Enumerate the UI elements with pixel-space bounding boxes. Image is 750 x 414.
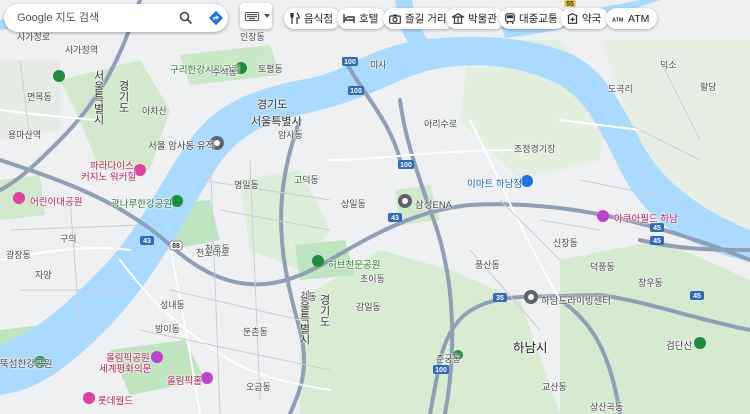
search-box[interactable] bbox=[4, 4, 228, 32]
street-label: 교산동 bbox=[542, 382, 567, 392]
street-label: 풍산동 bbox=[475, 260, 500, 270]
camera-icon bbox=[389, 14, 401, 24]
street-label: 구의 bbox=[60, 234, 77, 244]
svg-text:43: 43 bbox=[143, 238, 151, 245]
label-seoul-2: 서울특별시 bbox=[92, 70, 104, 125]
svg-text:88: 88 bbox=[172, 243, 180, 250]
chip-label: 호텔 bbox=[359, 13, 379, 25]
street-label: 성내동 bbox=[160, 300, 185, 310]
street-label: 초이동 bbox=[360, 274, 385, 284]
label-lotte[interactable]: 롯데월드 bbox=[98, 393, 133, 407]
chip-pharmacy[interactable]: 약국 bbox=[561, 8, 610, 29]
label-olympic-2[interactable]: 세계평화의문 bbox=[99, 361, 151, 375]
street-label: 광장동 bbox=[6, 250, 31, 260]
street-label: 토평동 bbox=[258, 64, 283, 74]
label-emart[interactable]: 이마트 하남점 bbox=[467, 176, 522, 190]
street-label: 방이동 bbox=[155, 324, 180, 334]
restaurant-icon bbox=[290, 13, 300, 24]
svg-text:100: 100 bbox=[344, 59, 356, 66]
chip-label: ATM bbox=[628, 12, 650, 25]
label-geomdan[interactable]: 검단산 bbox=[666, 338, 692, 352]
street-label: 암사동 bbox=[278, 130, 303, 140]
museum-icon bbox=[452, 13, 464, 24]
street-label: 명일동 bbox=[234, 180, 259, 190]
label-seoul-1: 서울특별시 bbox=[251, 116, 302, 128]
chip-restaurants[interactable]: 음식점 bbox=[284, 8, 341, 29]
chip-label: 대중교통 bbox=[519, 13, 558, 25]
street-label: 도곡리 bbox=[608, 84, 633, 94]
label-paradise-2[interactable]: 커지노 워커힐 bbox=[81, 169, 136, 183]
street-label: 미사 bbox=[370, 60, 387, 70]
chip-transit[interactable]: 대중교통 bbox=[499, 8, 566, 29]
street-label: 창우동 bbox=[638, 278, 663, 288]
street-label: 신장동 bbox=[553, 238, 578, 248]
hotel-icon bbox=[343, 14, 355, 23]
label-gwangnaru-park[interactable]: 광나루한강공원 bbox=[111, 196, 172, 210]
street-label: 천호동 bbox=[205, 244, 230, 254]
label-gyeonggi-1: 경기도 bbox=[257, 99, 288, 111]
street-label: 아리수로 bbox=[424, 119, 458, 129]
chevron-down-icon[interactable] bbox=[264, 14, 270, 18]
street-label: 팔당 bbox=[700, 82, 717, 92]
label-gyeonggi-3: 경기도 bbox=[318, 294, 330, 327]
blue-poi-pins bbox=[521, 175, 533, 187]
street-label: 둔촌동 bbox=[243, 327, 268, 337]
directions-icon[interactable] bbox=[206, 8, 226, 28]
svg-text:45: 45 bbox=[653, 225, 661, 232]
svg-text:45: 45 bbox=[653, 238, 661, 245]
svg-text:100: 100 bbox=[435, 367, 447, 374]
street-label: 조정경기장 bbox=[514, 144, 556, 154]
keyboard-icon bbox=[245, 11, 259, 21]
street-label: 상산곡동 bbox=[590, 402, 624, 412]
input-tools-button[interactable] bbox=[240, 3, 272, 29]
street-label: 덕소 bbox=[660, 60, 677, 70]
label-hanam-city: 하남시 bbox=[513, 341, 548, 355]
street-label: 덕풍동 bbox=[590, 262, 615, 272]
svg-text:45: 45 bbox=[693, 293, 701, 300]
street-label: 길동 bbox=[300, 292, 317, 302]
chip-things-to-do[interactable]: 즐길 거리 bbox=[383, 8, 455, 29]
svg-text:43: 43 bbox=[391, 215, 399, 222]
label-samsung[interactable]: 삼성ENA bbox=[415, 197, 452, 211]
chip-hotels[interactable]: 호텔 bbox=[337, 8, 387, 29]
street-label: 인창동 bbox=[240, 32, 265, 42]
label-amsa[interactable]: 서울 암사동 유적 bbox=[148, 138, 214, 152]
pharmacy-icon bbox=[567, 13, 578, 24]
transit-icon bbox=[505, 13, 515, 24]
street-label: 면목동 bbox=[27, 92, 52, 102]
atm-icon: ATM bbox=[612, 17, 624, 22]
chip-label: 박물관 bbox=[468, 13, 497, 25]
street-label: 상일동 bbox=[341, 199, 366, 209]
chip-museums[interactable]: 박물관 bbox=[446, 8, 505, 29]
label-aqua[interactable]: 아쿠아필드 하남 bbox=[614, 211, 678, 225]
search-input[interactable] bbox=[15, 11, 169, 25]
svg-text:55: 55 bbox=[566, 1, 574, 8]
street-label: 춘궁동 bbox=[436, 354, 461, 364]
svg-text:ATM: ATM bbox=[612, 17, 624, 22]
chip-label: 음식점 bbox=[304, 13, 333, 25]
chip-atm[interactable]: ATM ATM bbox=[606, 8, 658, 29]
search-icon[interactable] bbox=[176, 8, 196, 28]
label-olympic-hall[interactable]: 올림픽홀 bbox=[167, 373, 202, 387]
street-label: 오금동 bbox=[246, 382, 271, 392]
street-label: 자양 bbox=[35, 270, 52, 280]
svg-text:35: 35 bbox=[496, 295, 504, 302]
label-children-park[interactable]: 어린이대공원 bbox=[30, 194, 82, 208]
label-hanam-drive[interactable]: 하남드라이빙센터 bbox=[541, 293, 611, 307]
chip-label: 즐길 거리 bbox=[405, 13, 447, 25]
label-ttukseom[interactable]: 뚝섬한강공원 bbox=[0, 356, 52, 370]
label-herbcheon[interactable]: 허브천문공원 bbox=[328, 257, 380, 271]
street-label: 수석동 bbox=[212, 67, 237, 77]
street-label: 감일동 bbox=[356, 302, 381, 312]
street-label: 아차산 bbox=[142, 106, 167, 116]
label-gyeonggi-2: 경기도 bbox=[117, 80, 129, 113]
chip-label: 약국 bbox=[582, 13, 602, 25]
svg-text:100: 100 bbox=[400, 162, 412, 169]
street-label: 고덕동 bbox=[294, 175, 319, 185]
svg-text:100: 100 bbox=[350, 88, 362, 95]
street-label: 용마산역 bbox=[8, 130, 42, 140]
street-label: 사가정역 bbox=[65, 45, 99, 55]
